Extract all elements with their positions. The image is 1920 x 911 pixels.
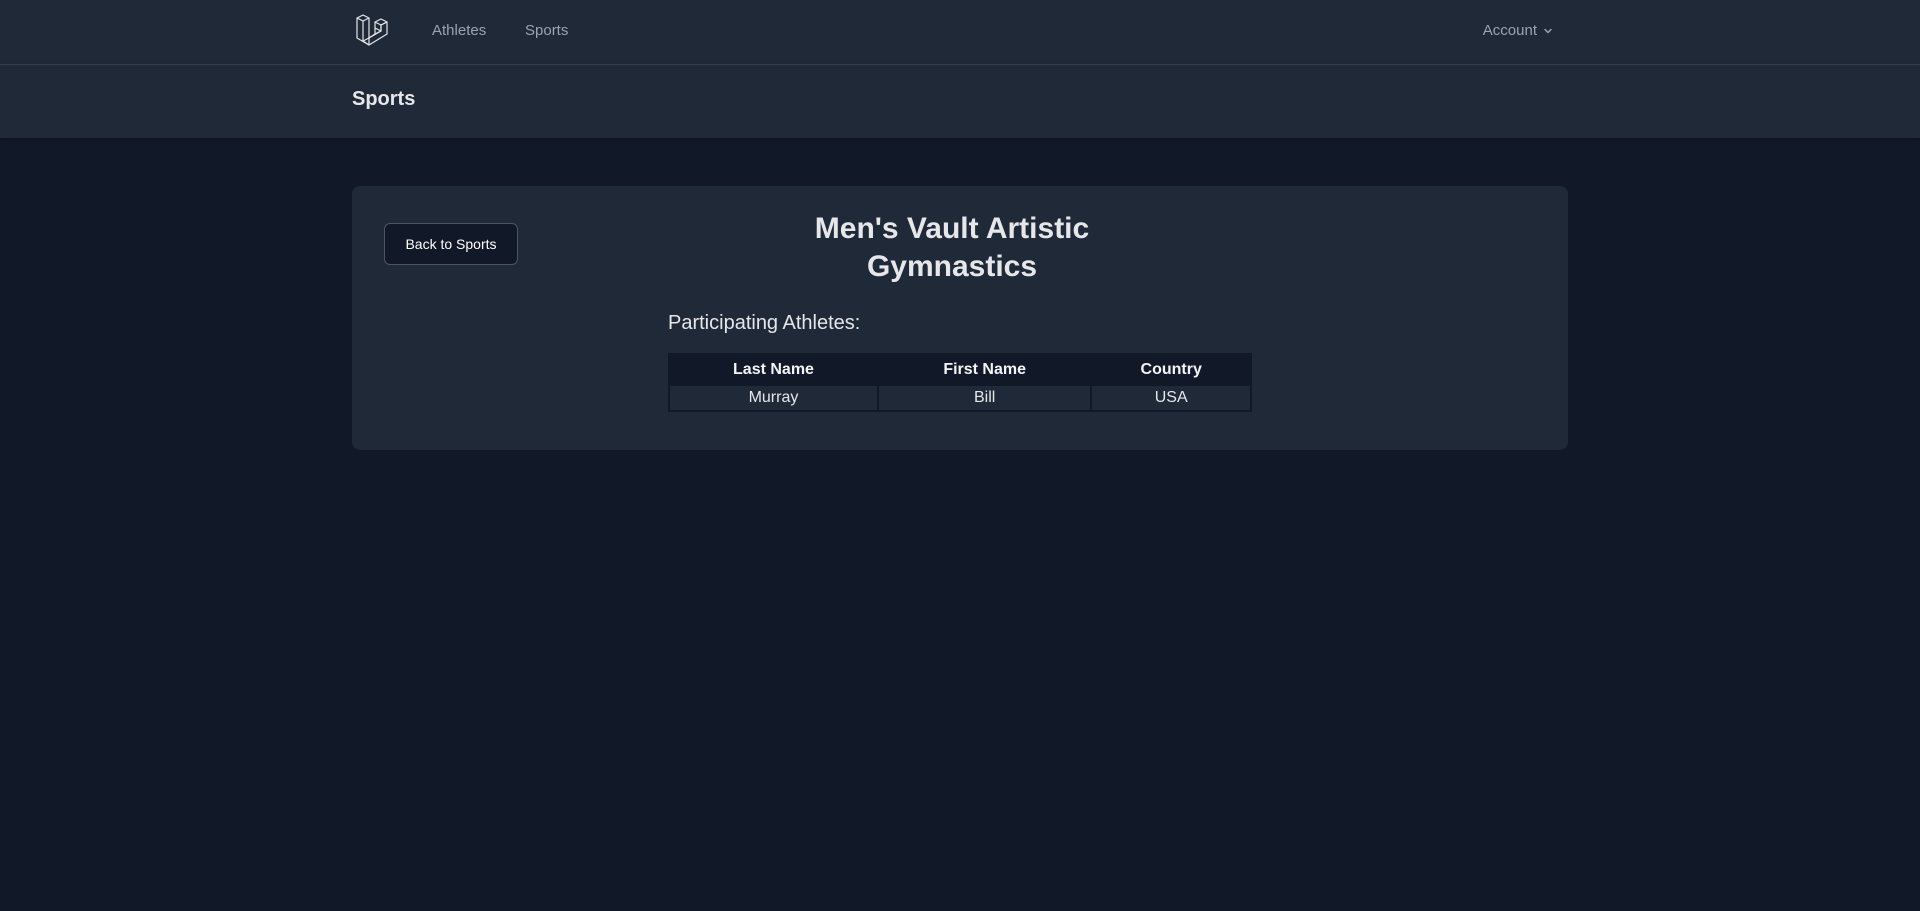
laravel-logo-icon[interactable]: [354, 14, 390, 50]
cell-first-name: Bill: [876, 384, 1093, 412]
column-header-last-name: Last Name: [668, 353, 879, 386]
table-row: Murray Bill USA: [668, 384, 1252, 412]
nav-link-sports[interactable]: Sports: [525, 22, 568, 39]
athletes-table: Last Name First Name Country Murray Bill…: [668, 353, 1252, 412]
sport-title: Men's Vault Artistic Gymnastics: [792, 210, 1112, 286]
page-title: Sports: [352, 88, 416, 110]
column-header-country: Country: [1090, 353, 1252, 386]
sport-detail-card: Back to Sports Men's Vault Artistic Gymn…: [352, 186, 1568, 450]
cell-country: USA: [1090, 384, 1252, 412]
cell-last-name: Murray: [668, 384, 879, 412]
account-label: Account: [1482, 22, 1537, 39]
sport-title-line-1: Men's Vault Artistic: [814, 212, 1090, 245]
participants-heading: Participating Athletes:: [668, 312, 861, 334]
back-to-sports-button[interactable]: Back to Sports: [384, 223, 518, 265]
sport-title-line-2: Gymnastics: [866, 250, 1038, 283]
column-header-first-name: First Name: [876, 353, 1093, 386]
chevron-down-icon: [1544, 28, 1552, 33]
nav-link-athletes[interactable]: Athletes: [432, 22, 486, 39]
top-navigation: Athletes Sports Account: [0, 0, 1920, 65]
table-header-row: Last Name First Name Country: [668, 353, 1252, 386]
account-dropdown[interactable]: Account: [1483, 22, 1553, 39]
page-header: Sports: [0, 65, 1920, 138]
